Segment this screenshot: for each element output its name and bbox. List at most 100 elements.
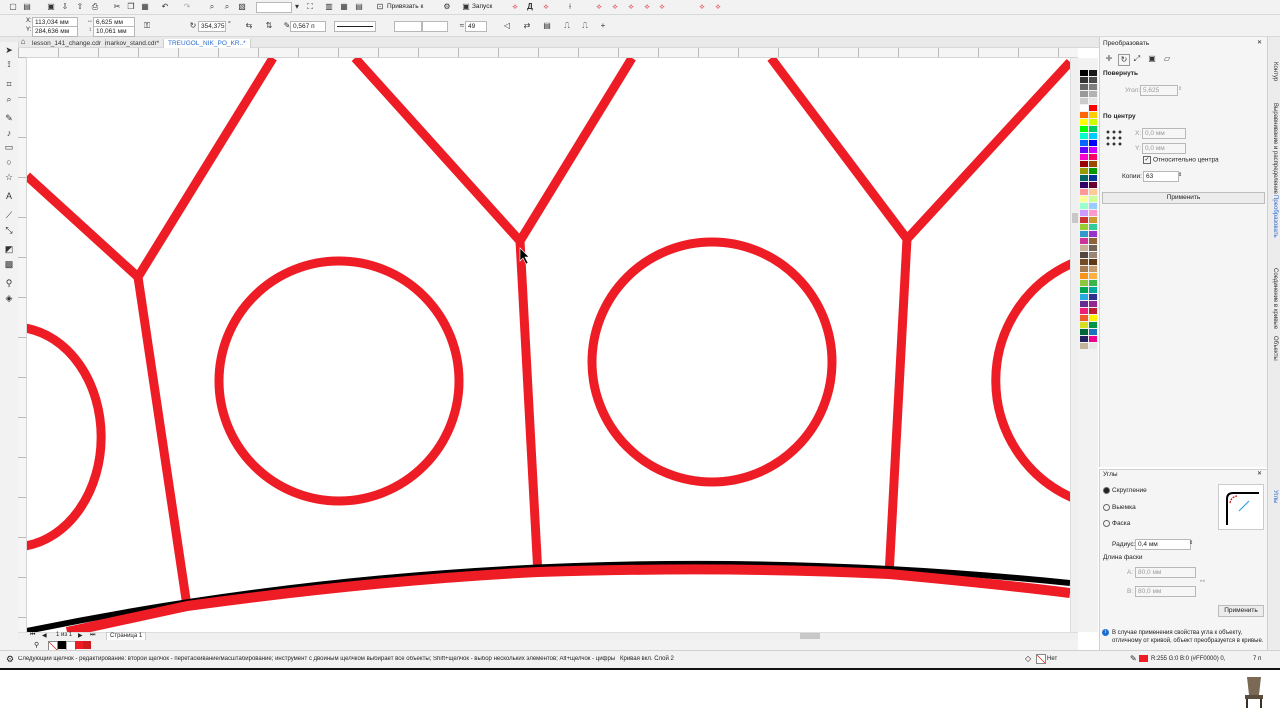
rounding-radio[interactable]: Скругление <box>1103 487 1147 494</box>
palette-swatch[interactable] <box>1089 224 1097 230</box>
macro-icon-8[interactable]: ⟡ <box>657 2 667 12</box>
settings-icon[interactable]: ⚙ <box>442 2 452 12</box>
new-document-icon[interactable]: ▢ <box>8 2 18 12</box>
search-content-icon[interactable]: ⌕ <box>222 2 232 12</box>
palette-swatch[interactable] <box>1080 343 1088 349</box>
palette-swatch[interactable] <box>1089 175 1097 181</box>
palette-swatch[interactable] <box>1089 126 1097 132</box>
snap-to-dropdown[interactable]: Привязать к <box>387 3 423 10</box>
chevron-down-icon[interactable]: ▾ <box>292 2 302 12</box>
tab-lesson-141[interactable]: lesson_141_change.cdr <box>28 39 107 48</box>
macro-icon-4[interactable]: ⟡ <box>594 2 604 12</box>
palette-swatch[interactable] <box>1089 280 1097 286</box>
macro-icon-5[interactable]: ⟡ <box>610 2 620 12</box>
y-center-field[interactable]: 0,0 мм <box>1142 143 1186 154</box>
redo-icon[interactable]: ↷ <box>182 2 192 12</box>
palette-swatch[interactable] <box>1089 119 1097 125</box>
palette-swatch[interactable] <box>1080 147 1088 153</box>
palette-swatch[interactable] <box>1080 182 1088 188</box>
transform-apply-button[interactable]: Применить <box>1102 192 1265 204</box>
freehand-tool-icon[interactable]: ✎ <box>3 112 15 124</box>
palette-swatch[interactable] <box>1080 98 1088 104</box>
to-front-icon[interactable]: ⎍ <box>562 21 572 31</box>
palette-swatch[interactable] <box>1080 210 1088 216</box>
x-center-field[interactable]: 0,0 мм <box>1142 128 1186 139</box>
palette-swatch[interactable] <box>1080 175 1088 181</box>
line-style-dropdown[interactable] <box>334 21 376 32</box>
palette-swatch[interactable] <box>1089 343 1097 349</box>
palette-swatch[interactable] <box>1089 91 1097 97</box>
palette-swatch[interactable] <box>1080 287 1088 293</box>
mirror-vertical-icon[interactable]: ⇅ <box>264 21 274 31</box>
palette-swatch[interactable] <box>1080 259 1088 265</box>
palette-swatch[interactable] <box>1080 329 1088 335</box>
relative-center-checkbox[interactable]: ✓ Относительно центра <box>1143 156 1219 164</box>
palette-swatch[interactable] <box>1080 133 1088 139</box>
mirror-horizontal-icon[interactable]: ⇆ <box>244 21 254 31</box>
palette-swatch[interactable] <box>1080 322 1088 328</box>
polygon-tool-icon[interactable]: ☆ <box>3 171 15 183</box>
copy-icon[interactable]: ❐ <box>126 2 136 12</box>
artistic-media-icon[interactable]: ♪ <box>3 127 15 139</box>
palette-swatch[interactable] <box>1089 77 1097 83</box>
chamfer-radio[interactable]: Фаска <box>1103 520 1130 527</box>
palette-swatch[interactable] <box>1080 161 1088 167</box>
palette-swatch[interactable] <box>1080 126 1088 132</box>
undo-icon[interactable]: ↶ <box>160 2 170 12</box>
drop-shadow-icon[interactable]: ◩ <box>3 243 15 255</box>
palette-swatch[interactable] <box>1089 217 1097 223</box>
palette-swatch[interactable] <box>1080 119 1088 125</box>
cut-icon[interactable]: ✂ <box>112 2 122 12</box>
launch-icon[interactable]: ▣ <box>461 2 471 12</box>
docker-tab-align[interactable]: Выравнивание и распределение <box>1268 103 1278 194</box>
show-grid-icon[interactable]: ▦ <box>339 2 349 12</box>
export-pdf-icon[interactable]: ▧ <box>237 2 247 12</box>
palette-swatch[interactable] <box>1080 280 1088 286</box>
corners-apply-button[interactable]: Применить <box>1218 605 1264 617</box>
text-tool-icon[interactable]: Д <box>525 2 535 12</box>
export-icon[interactable]: ⇧ <box>75 2 85 12</box>
snap-icon[interactable]: ⊡ <box>375 2 385 12</box>
outline-width-field[interactable]: 0,567 п <box>290 21 326 32</box>
palette-swatch[interactable] <box>1080 105 1088 111</box>
transparency-icon[interactable]: ▩ <box>3 258 15 270</box>
palette-swatch[interactable] <box>1089 329 1097 335</box>
palette-swatch[interactable] <box>1089 252 1097 258</box>
docker-tab-corners[interactable]: Углы <box>1268 490 1278 503</box>
radius-spinner-icon[interactable]: ⇕ <box>1189 540 1193 546</box>
copies-field[interactable]: 63 <box>1143 171 1179 182</box>
palette-swatch[interactable] <box>1089 245 1097 251</box>
macro-icon-3[interactable]: ⟊ <box>565 2 575 12</box>
length-b-field[interactable]: 80,0 мм <box>1135 586 1196 597</box>
corners-close-icon[interactable]: ✕ <box>1257 470 1262 477</box>
rectangle-tool-icon[interactable]: ▭ <box>3 141 15 153</box>
palette-swatch[interactable] <box>1080 231 1088 237</box>
connector-tool-icon[interactable]: ⤡ <box>3 224 15 236</box>
open-icon[interactable]: ▤ <box>22 2 32 12</box>
pick-tool-icon[interactable]: ➤ <box>3 44 15 56</box>
palette-swatch[interactable] <box>1089 203 1097 209</box>
palette-swatch[interactable] <box>1080 238 1088 244</box>
copies-spinner-icon[interactable]: ⇕ <box>1178 172 1182 178</box>
drawing-canvas[interactable] <box>27 58 1070 632</box>
palette-swatch[interactable] <box>1080 217 1088 223</box>
text-tool-icon[interactable]: A <box>3 190 15 202</box>
eyedropper-icon[interactable]: ⚲ <box>3 277 15 289</box>
panel-close-icon[interactable]: ✕ <box>1257 39 1262 46</box>
palette-swatch[interactable] <box>1089 133 1097 139</box>
vertical-scroll-thumb[interactable] <box>1072 213 1078 223</box>
crop-tool-icon[interactable]: ⌗ <box>3 78 15 90</box>
palette-swatch[interactable] <box>1080 245 1088 251</box>
fill-tool-icon[interactable]: ◈ <box>3 292 15 304</box>
palette-swatch[interactable] <box>1080 301 1088 307</box>
scale-mode-icon[interactable]: ⤢ <box>1132 54 1142 64</box>
palette-swatch[interactable] <box>1080 224 1088 230</box>
palette-swatch[interactable] <box>1080 294 1088 300</box>
rotation-angle-field[interactable]: 354,375 <box>198 21 226 32</box>
page-prev-icon[interactable]: ◀ <box>42 632 47 639</box>
palette-swatch[interactable] <box>1089 161 1097 167</box>
palette-swatch[interactable] <box>1089 308 1097 314</box>
palette-swatch[interactable] <box>1089 301 1097 307</box>
palette-swatch[interactable] <box>1089 189 1097 195</box>
palette-swatch[interactable] <box>1089 70 1097 76</box>
